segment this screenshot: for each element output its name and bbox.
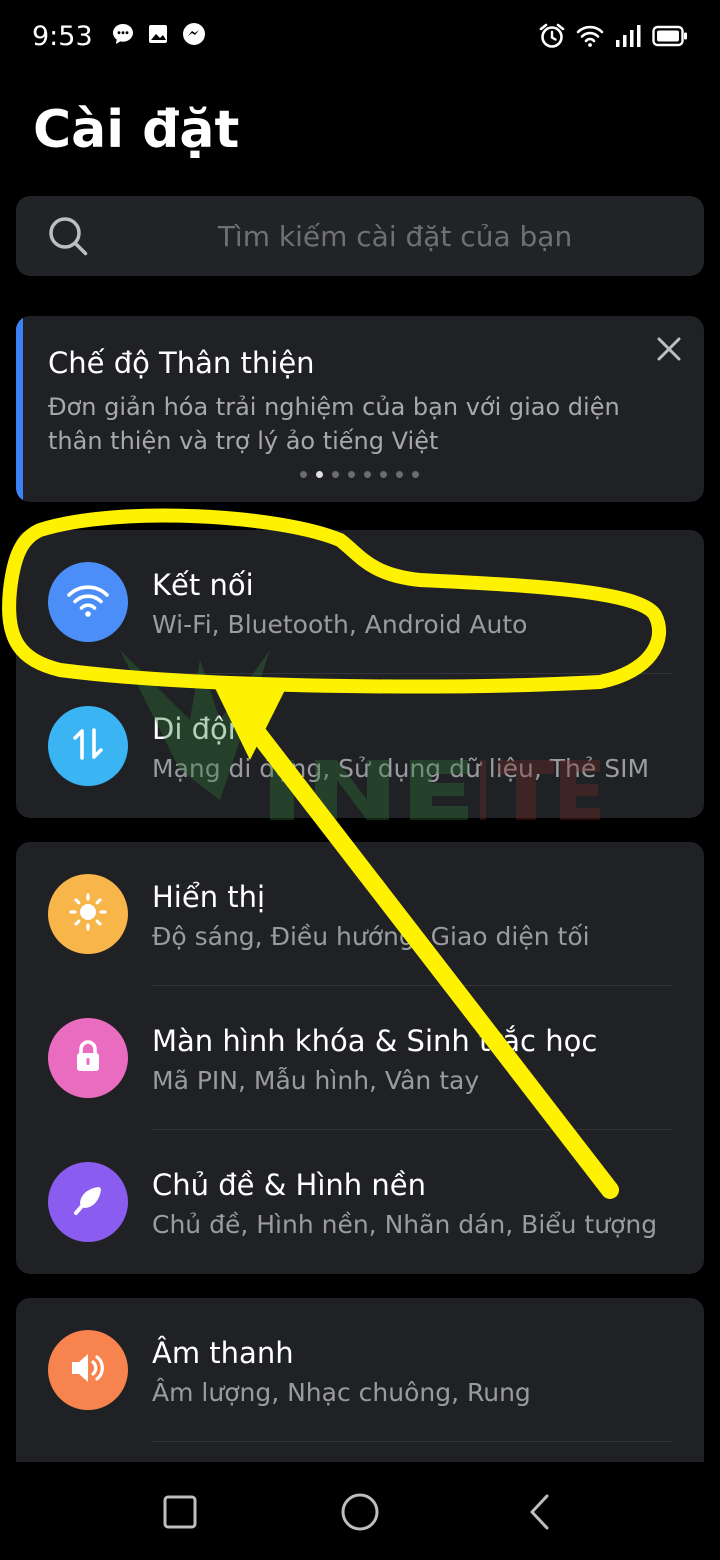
settings-item-title: Kết nối bbox=[152, 568, 254, 602]
data-transfer-icon bbox=[68, 724, 108, 768]
image-icon bbox=[147, 23, 169, 49]
status-bar: 9:53 bbox=[0, 0, 720, 72]
settings-item-title: Màn hình khóa & Sinh trắc học bbox=[152, 1024, 598, 1058]
banner-page-indicator bbox=[300, 471, 419, 478]
banner-accent-bar bbox=[16, 316, 23, 502]
page-indicator-dot bbox=[380, 471, 387, 478]
speaker-icon bbox=[66, 1348, 110, 1392]
home-icon[interactable] bbox=[338, 1490, 382, 1534]
settings-item-title: Hiển thị bbox=[152, 880, 266, 914]
chat-bubble-icon bbox=[111, 22, 135, 50]
page-indicator-dot bbox=[364, 471, 371, 478]
settings-item-subtitle: Độ sáng, Điều hướng, Giao diện tối bbox=[152, 922, 590, 951]
settings-item-subtitle: Wi-Fi, Bluetooth, Android Auto bbox=[152, 610, 528, 639]
recent-apps-icon[interactable] bbox=[160, 1492, 200, 1532]
lockscreen-icon-circle bbox=[48, 1018, 128, 1098]
page-title: Cài đặt bbox=[33, 100, 240, 160]
search-input[interactable] bbox=[106, 196, 684, 276]
themes-icon-circle bbox=[48, 1162, 128, 1242]
wifi-icon bbox=[66, 580, 110, 624]
page-indicator-dot bbox=[300, 471, 307, 478]
settings-item-subtitle: Mã PIN, Mẫu hình, Vân tay bbox=[152, 1066, 480, 1095]
banner-title: Chế độ Thân thiện bbox=[48, 346, 315, 380]
friendly-mode-banner[interactable]: Chế độ Thân thiện Đơn giản hóa trải nghi… bbox=[16, 316, 704, 502]
settings-item-subtitle: Mạng di động, Sử dụng dữ liệu, Thẻ SIM bbox=[152, 754, 650, 783]
battery-icon bbox=[652, 24, 688, 52]
settings-item-lockscreen[interactable]: Màn hình khóa & Sinh trắc học Mã PIN, Mẫ… bbox=[16, 986, 704, 1130]
settings-item-display[interactable]: Hiển thị Độ sáng, Điều hướng, Giao diện … bbox=[16, 842, 704, 986]
settings-item-title: Âm thanh bbox=[152, 1336, 294, 1370]
page-indicator-dot bbox=[396, 471, 403, 478]
system-icons bbox=[538, 22, 688, 54]
settings-item-title: Di động bbox=[152, 712, 265, 746]
close-icon[interactable] bbox=[654, 334, 684, 364]
settings-group-connectivity: Kết nối Wi-Fi, Bluetooth, Android Auto D… bbox=[16, 530, 704, 818]
notification-icons bbox=[111, 21, 207, 51]
lock-icon bbox=[68, 1036, 108, 1080]
brush-icon bbox=[68, 1180, 108, 1224]
status-time: 9:53 bbox=[32, 20, 93, 52]
settings-item-title: Chủ đề & Hình nền bbox=[152, 1168, 426, 1202]
connections-icon-circle bbox=[48, 562, 128, 642]
mobile-icon-circle bbox=[48, 706, 128, 786]
settings-item-themes[interactable]: Chủ đề & Hình nền Chủ đề, Hình nền, Nhãn… bbox=[16, 1130, 704, 1274]
wifi-icon bbox=[576, 23, 604, 53]
signal-icon bbox=[614, 23, 642, 53]
banner-description: Đơn giản hóa trải nghiệm của bạn với gia… bbox=[48, 393, 620, 455]
page-indicator-dot bbox=[316, 471, 323, 478]
brightness-icon bbox=[66, 890, 110, 938]
back-icon[interactable] bbox=[522, 1492, 562, 1532]
sound-icon-circle bbox=[48, 1330, 128, 1410]
messenger-icon bbox=[181, 21, 207, 51]
page-indicator-dot bbox=[348, 471, 355, 478]
settings-item-subtitle: Âm lượng, Nhạc chuông, Rung bbox=[152, 1378, 531, 1407]
alarm-icon bbox=[538, 22, 566, 54]
divider bbox=[152, 1441, 672, 1442]
settings-item-sound[interactable]: Âm thanh Âm lượng, Nhạc chuông, Rung bbox=[16, 1298, 704, 1442]
settings-item-connections[interactable]: Kết nối Wi-Fi, Bluetooth, Android Auto bbox=[16, 530, 704, 674]
navigation-bar bbox=[0, 1462, 720, 1560]
settings-item-mobile[interactable]: Di động Mạng di động, Sử dụng dữ liệu, T… bbox=[16, 674, 704, 818]
display-icon-circle bbox=[48, 874, 128, 954]
search-bar[interactable] bbox=[16, 196, 704, 276]
page-indicator-dot bbox=[332, 471, 339, 478]
page-indicator-dot bbox=[412, 471, 419, 478]
search-icon bbox=[46, 214, 90, 262]
settings-group-sound: Âm thanh Âm lượng, Nhạc chuông, Rung bbox=[16, 1298, 704, 1462]
settings-item-subtitle: Chủ đề, Hình nền, Nhãn dán, Biểu tượng bbox=[152, 1210, 658, 1239]
settings-group-personalization: Hiển thị Độ sáng, Điều hướng, Giao diện … bbox=[16, 842, 704, 1274]
